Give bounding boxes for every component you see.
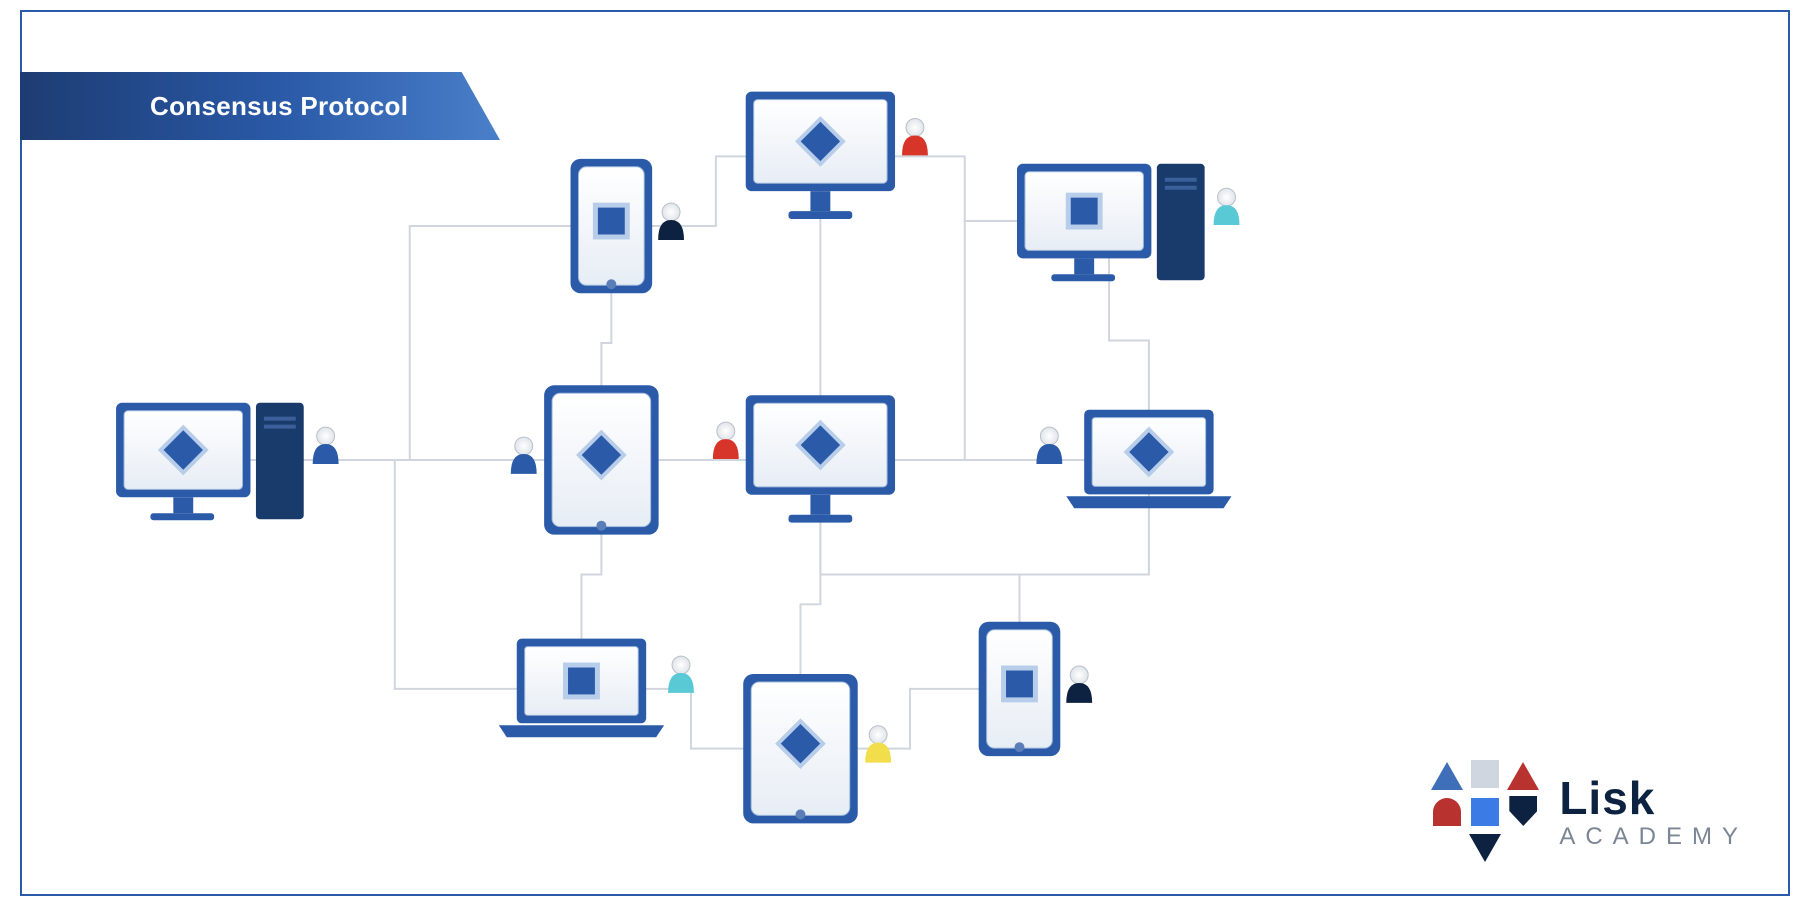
logo-text: Lisk ACADEMY: [1559, 775, 1748, 849]
node-desktop: [1017, 164, 1239, 281]
logo-sub: ACADEMY: [1559, 825, 1748, 849]
node-phone: [979, 622, 1092, 756]
node-desktop: [116, 403, 338, 520]
node-phone: [571, 159, 684, 293]
logo-mark-icon: [1431, 758, 1539, 866]
diagram-frame: Consensus Protocol Lisk ACADEMY: [20, 10, 1790, 896]
node-tablet: [511, 385, 659, 534]
node-tablet: [743, 674, 891, 823]
logo-name: Lisk: [1559, 775, 1748, 821]
brand-logo: Lisk ACADEMY: [1431, 758, 1748, 866]
